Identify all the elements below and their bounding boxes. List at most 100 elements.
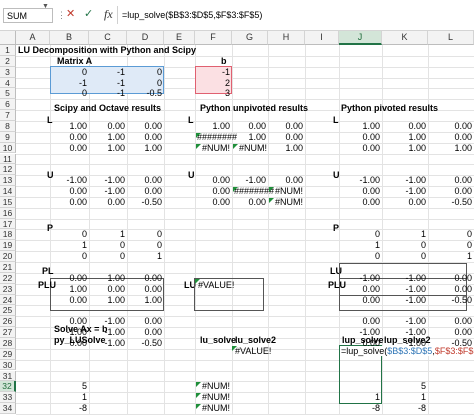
scipy-L-cell[interactable]: 0.00 [127, 132, 164, 143]
scipy-L-cell[interactable]: 0.00 [89, 121, 127, 132]
row-header-16[interactable]: 16 [0, 207, 16, 219]
row-header-13[interactable]: 13 [0, 175, 16, 187]
piv-U-cell[interactable]: 0.00 [382, 197, 428, 208]
b-vector-cell[interactable]: 3 [195, 88, 232, 99]
piv-L-cell[interactable]: 0.00 [428, 121, 474, 132]
scipy-PL-cell[interactable]: 0.00 [50, 295, 89, 306]
piv-PLU-cell[interactable]: 0.00 [339, 316, 382, 327]
matrix-a-label[interactable]: Matrix A [55, 56, 94, 66]
piv-LU-cell[interactable]: 0.00 [428, 284, 474, 295]
matrix-a-cell[interactable]: -1 [89, 67, 127, 78]
piv-L-cell[interactable]: 1.00 [339, 121, 382, 132]
column-header-g[interactable]: G [232, 31, 268, 45]
unpiv-U-cell[interactable]: -1.00 [232, 175, 268, 186]
piv-P-cell[interactable]: 0 [382, 251, 428, 262]
column-header-k[interactable]: K [382, 31, 428, 45]
py-lusolve-cell[interactable]: 5 [50, 381, 89, 392]
lu-solve-cell[interactable]: #NUM! [195, 403, 232, 414]
scipy-L-cell[interactable]: 1.00 [89, 132, 127, 143]
scipy-P-cell[interactable]: 0 [50, 251, 89, 262]
scipy-PL-cell[interactable]: 1.00 [89, 295, 127, 306]
scipy-U-cell[interactable]: -1.00 [89, 175, 127, 186]
row-header-12[interactable]: 12 [0, 164, 16, 176]
row-header-31[interactable]: 31 [0, 370, 16, 382]
piv-P-cell[interactable]: 0 [428, 240, 474, 251]
piv-PLU-cell[interactable]: 0.00 [428, 327, 474, 338]
column-header-h[interactable]: H [268, 31, 305, 45]
py-lusolve-cell[interactable]: 1 [50, 392, 89, 403]
row-header-26[interactable]: 26 [0, 316, 16, 328]
scipy-PLU-cell[interactable]: 0.00 [127, 327, 164, 338]
piv-P-cell[interactable]: 1 [428, 251, 474, 262]
piv-LU-cell[interactable]: 0.00 [339, 284, 382, 295]
piv-U-cell[interactable]: 0.00 [428, 175, 474, 186]
b-vector-cell[interactable]: 2 [195, 78, 232, 89]
unpiv-L-cell[interactable]: 1.00 [195, 121, 232, 132]
unpivoted-title[interactable]: Python unpivoted results [198, 103, 310, 113]
row-header-2[interactable]: 2 [0, 55, 16, 67]
unpiv-U-cell[interactable]: 0.00 [195, 175, 232, 186]
matrix-a-cell[interactable]: -0.5 [127, 88, 164, 99]
name-box[interactable]: SUM [3, 8, 53, 23]
piv-P-cell[interactable]: 0 [382, 240, 428, 251]
scipy-PL-cell[interactable]: 0.00 [50, 273, 89, 284]
scipy-PL-cell[interactable]: 0.00 [127, 273, 164, 284]
scipy-P-cell[interactable]: 1 [127, 251, 164, 262]
row-header-28[interactable]: 28 [0, 337, 16, 349]
piv-P-cell[interactable]: 0 [339, 229, 382, 240]
column-header-e[interactable]: E [164, 31, 195, 45]
b-label[interactable]: b [219, 56, 229, 66]
scipy-U-cell[interactable]: 0.00 [50, 197, 89, 208]
piv-L-cell[interactable]: 1.00 [382, 132, 428, 143]
piv-LU-cell[interactable]: -1.00 [339, 273, 382, 284]
row-header-6[interactable]: 6 [0, 99, 16, 111]
row-header-20[interactable]: 20 [0, 251, 16, 262]
scipy-L-cell[interactable]: 0.00 [127, 121, 164, 132]
scipy-L-cell[interactable]: 1.00 [89, 143, 127, 154]
matrix-a-cell[interactable]: 0 [50, 67, 89, 78]
scipy-PL-cell[interactable]: 0.00 [89, 284, 127, 295]
piv-LU-cell[interactable]: -1.00 [382, 295, 428, 306]
row-header-9[interactable]: 9 [0, 131, 16, 143]
row-header-4[interactable]: 4 [0, 77, 16, 89]
matrix-a-cell[interactable]: 0 [50, 88, 89, 99]
row-header-8[interactable]: 8 [0, 120, 16, 132]
scipy-PL-cell[interactable]: 1.00 [127, 295, 164, 306]
row-header-32[interactable]: 32 [0, 381, 16, 393]
scipy-U-cell[interactable]: 0.00 [50, 186, 89, 197]
py-lusolve-cell[interactable]: -8 [50, 403, 89, 414]
matrix-a-cell[interactable]: -1 [50, 78, 89, 89]
unpiv-L-cell[interactable]: 0.00 [268, 132, 305, 143]
row-header-3[interactable]: 3 [0, 66, 16, 78]
row-header-21[interactable]: 21 [0, 262, 16, 273]
piv-LU-cell[interactable]: 0.00 [339, 295, 382, 306]
unpiv-U-cell[interactable]: 0.00 [195, 197, 232, 208]
piv-L-cell[interactable]: 0.00 [428, 132, 474, 143]
row-header-25[interactable]: 25 [0, 305, 16, 317]
lup-solve2-cell[interactable]: 1 [382, 392, 428, 403]
row-header-10[interactable]: 10 [0, 142, 16, 154]
unpiv-L-cell[interactable]: 1.00 [268, 143, 305, 154]
column-header-l[interactable]: L [428, 31, 474, 45]
matrix-a-cell[interactable]: 0 [127, 78, 164, 89]
cancel-icon[interactable]: ✕ [66, 8, 75, 21]
lup-solve2-cell[interactable]: 5 [382, 381, 428, 392]
matrix-a-cell[interactable]: -1 [89, 78, 127, 89]
piv-PLU-cell[interactable]: 0.00 [428, 316, 474, 327]
scipy-PLU-cell[interactable]: -0.50 [127, 338, 164, 349]
lup-solve-cell[interactable]: -8 [339, 403, 382, 414]
column-header-j[interactable]: J [339, 31, 382, 45]
row-header-17[interactable]: 17 [0, 218, 16, 230]
row-header-19[interactable]: 19 [0, 240, 16, 252]
piv-LU-cell[interactable]: 0.00 [428, 273, 474, 284]
scipy-PLU-cell[interactable]: -1.00 [50, 327, 89, 338]
piv-U-cell[interactable]: -1.00 [382, 186, 428, 197]
scipy-PLU-cell[interactable]: 0.00 [50, 316, 89, 327]
row-header-5[interactable]: 5 [0, 88, 16, 100]
scipy-P-cell[interactable]: 1 [89, 229, 127, 240]
piv-P-cell[interactable]: 1 [339, 240, 382, 251]
scipy-PLU-cell[interactable]: -1.00 [89, 338, 127, 349]
piv-LU-cell[interactable]: -1.00 [382, 284, 428, 295]
column-header-a[interactable]: A [16, 31, 50, 45]
piv-PLU-cell[interactable]: -1.00 [339, 327, 382, 338]
